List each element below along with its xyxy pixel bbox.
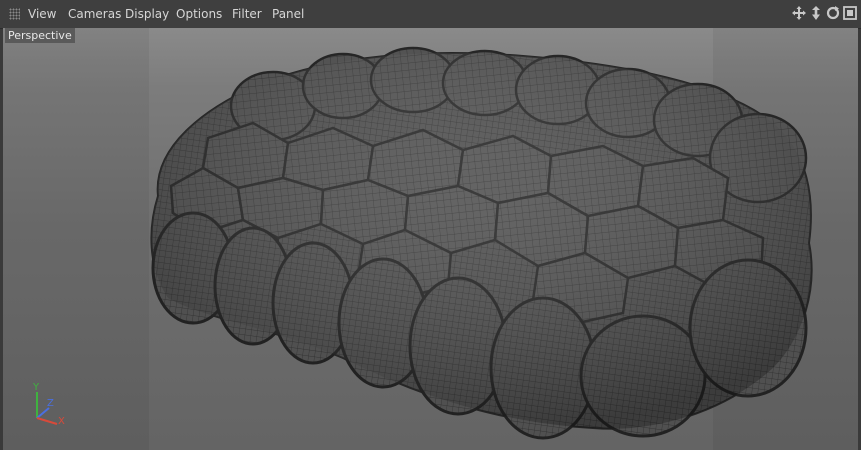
move-icon[interactable] [792,6,806,20]
axis-z-label: Z [47,398,54,409]
menu-options[interactable]: Options [176,0,222,28]
menu-filter[interactable]: Filter [232,0,262,28]
menu-view[interactable]: View [28,0,56,28]
drag-grip-icon[interactable] [9,8,20,20]
rotate-icon[interactable] [826,6,840,20]
maximize-icon[interactable] [843,6,857,20]
axis-gizmo: Y Z X [29,382,69,432]
sofa-mesh-model[interactable] [3,28,858,450]
menu-cameras[interactable]: Cameras [68,0,121,28]
menubar: View Cameras Display Options Filter Pane… [0,0,861,29]
axis-x-label: X [58,416,65,427]
axis-y-label: Y [33,382,40,393]
viewport-3d[interactable]: Perspective Y Z X [3,28,858,450]
menu-panel[interactable]: Panel [272,0,304,28]
zoom-icon[interactable] [810,6,822,20]
menu-display[interactable]: Display [125,0,169,28]
